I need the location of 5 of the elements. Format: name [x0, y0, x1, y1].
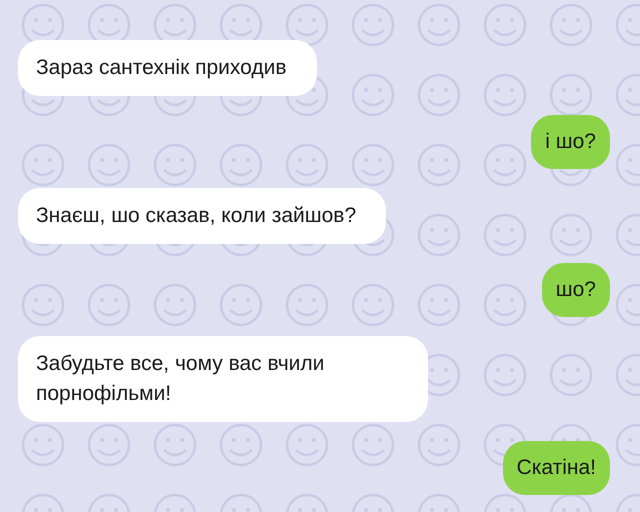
received-message-bubble: Забудьте все, чому вас вчили порнофільми!: [18, 336, 428, 422]
sent-message-bubble: і шо?: [531, 115, 610, 169]
received-message-bubble: Знаєш, шо сказав, коли зайшов?: [18, 188, 386, 244]
received-message-bubble: Зараз сантехнік приходив: [18, 40, 317, 96]
sent-message-bubble: Скатіна!: [502, 441, 610, 495]
